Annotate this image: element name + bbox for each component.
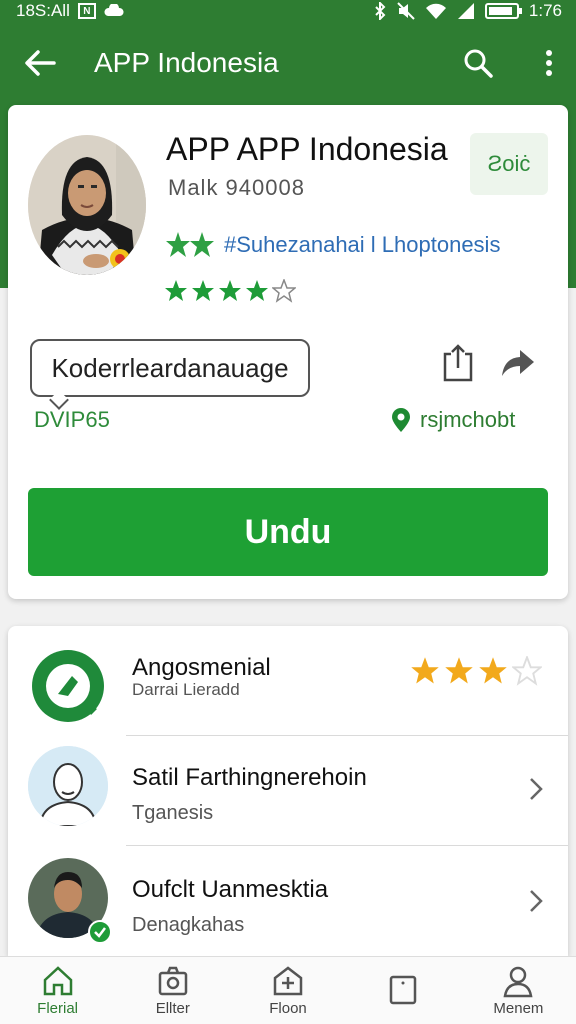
more-options-button[interactable] <box>540 45 558 81</box>
nav-item-add[interactable]: Floon <box>230 957 345 1024</box>
location-text: rsjmchobt <box>420 407 516 432</box>
chevron-right-icon <box>524 774 548 804</box>
nav-item-home[interactable]: Flerial <box>0 957 115 1024</box>
status-time-right: 1:76 <box>528 1 562 20</box>
app-bar: APP Indonesia <box>0 28 576 98</box>
bottom-navigation: Flerial Ellter Floon Menem <box>0 956 576 1024</box>
nav-item-label: Floon <box>269 1000 307 1017</box>
share-icon <box>443 344 473 382</box>
developer-row[interactable]: #Suhezanahai l Lhoptonesis <box>164 230 500 260</box>
list-item-subtitle: Denagkahas <box>132 914 245 936</box>
star-icon <box>411 657 439 684</box>
install-button[interactable]: Undu <box>28 488 548 576</box>
empty-star-icon <box>272 279 296 303</box>
app-name: APP APP Indonesia <box>166 131 448 167</box>
half-star-icon <box>246 280 268 301</box>
app-info-card: APP APP Indonesia Ƨoiċ Malk 940008 #Suhe… <box>8 105 568 599</box>
page-title: APP Indonesia <box>94 47 279 78</box>
verified-check-icon <box>88 920 112 944</box>
wifi-icon <box>425 3 446 19</box>
nav-item-label: Menem <box>493 1000 544 1017</box>
home-icon <box>43 966 72 996</box>
related-list: Angosmenial Darrai Lieradd Satil Farthin… <box>8 626 568 956</box>
user-avatar <box>28 746 108 826</box>
developer-avatar <box>28 135 146 275</box>
star-icon <box>165 280 187 301</box>
list-item-title: Satil Farthingnerehoin <box>132 764 367 791</box>
list-item[interactable]: Satil Farthingnerehoin Tganesis <box>8 736 568 846</box>
forward-button[interactable] <box>498 343 538 383</box>
star-icon <box>445 657 473 684</box>
battery-icon <box>484 3 522 19</box>
location-pin-icon <box>392 408 410 432</box>
star-icon <box>192 280 214 301</box>
cloud-icon <box>104 4 124 16</box>
star-icon <box>479 657 507 684</box>
battery-level-fill <box>488 7 513 15</box>
nav-item-profile[interactable]: Menem <box>461 957 576 1024</box>
square-icon <box>389 975 417 1004</box>
notification-icon: N <box>77 3 96 19</box>
language-bubble[interactable]: Koderrleardanauage <box>30 339 310 397</box>
camera-icon <box>158 966 188 996</box>
location-row[interactable]: rsjmchobt <box>390 407 515 433</box>
signal-icon <box>457 3 474 19</box>
empty-star-icon <box>512 656 542 686</box>
nav-item-square[interactable] <box>346 957 461 1024</box>
sparkle-stars-icon <box>166 232 214 257</box>
share-button[interactable] <box>438 343 478 383</box>
back-button[interactable] <box>22 45 58 81</box>
list-item-subtitle: Darrai Lieradd <box>132 680 240 699</box>
status-bar: 18S:All N 1:76 <box>0 0 576 22</box>
app-tag-badge[interactable]: Ƨoiċ <box>470 133 548 195</box>
bluetooth-icon <box>375 2 386 20</box>
app-sub-id: Malk 940008 <box>168 175 305 200</box>
list-item[interactable]: Angosmenial Darrai Lieradd <box>8 626 568 736</box>
arrow-left-icon <box>25 50 56 76</box>
status-time-left: 18S:All <box>16 1 70 20</box>
list-item-title: Angosmenial <box>132 654 271 681</box>
search-button[interactable] <box>460 45 496 81</box>
search-icon <box>464 49 493 78</box>
chevron-right-icon <box>524 886 548 916</box>
list-item-rating <box>410 656 542 686</box>
add-icon <box>273 966 303 996</box>
person-icon <box>503 966 533 998</box>
more-vert-icon <box>546 50 552 76</box>
list-item-title: Oufclt Uanmesktia <box>132 876 329 903</box>
app-logo-icon <box>28 646 108 726</box>
mute-icon <box>397 2 415 20</box>
nav-item-camera[interactable]: Ellter <box>115 957 230 1024</box>
forward-icon <box>502 350 534 376</box>
app-rating <box>164 279 296 303</box>
nav-item-label: Flerial <box>37 1000 79 1017</box>
language-bubble-text: Koderrleardanauage <box>51 352 289 383</box>
install-button-label: Undu <box>244 512 332 551</box>
developer-name: #Suhezanahai l Lhoptonesis <box>224 232 501 257</box>
app-tag-text: Ƨoiċ <box>487 151 531 176</box>
notification-icon-glyph: N <box>83 5 91 17</box>
list-item[interactable]: Oufclt Uanmesktia Denagkahas <box>8 846 568 956</box>
list-item-subtitle: Tganesis <box>132 802 214 824</box>
version-label: DVIP65 <box>34 407 110 432</box>
nav-item-label: Ellter <box>155 1000 190 1017</box>
star-icon <box>219 280 241 301</box>
